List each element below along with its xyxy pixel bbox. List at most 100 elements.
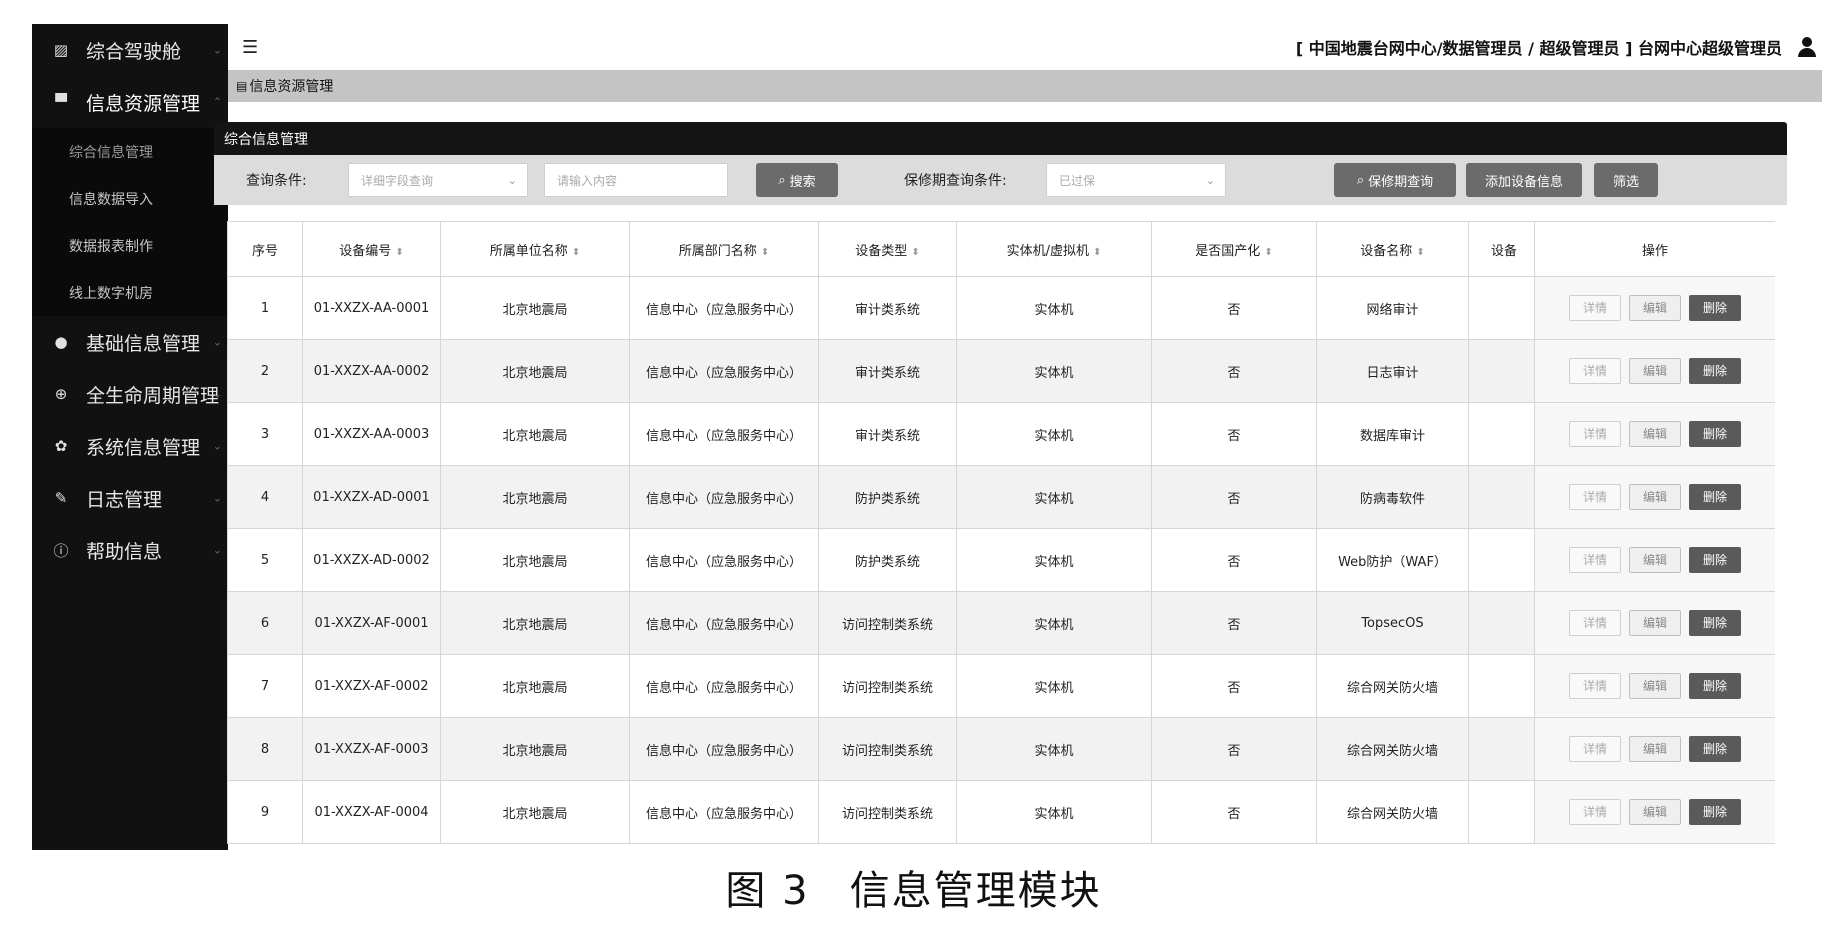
table-cell: 4 <box>227 465 303 529</box>
sidebar-item-dashboard[interactable]: ▨ 综合驾驶舱 ⌄ <box>32 24 228 76</box>
table-cell: 防护类系统 <box>818 528 957 592</box>
sidebar-item-lifecycle[interactable]: ⊕ 全生命周期管理 ⌄ <box>32 368 228 420</box>
delete-button[interactable]: 删除 <box>1689 295 1741 321</box>
edit-button[interactable]: 编辑 <box>1629 358 1681 384</box>
delete-button[interactable]: 删除 <box>1689 547 1741 573</box>
sort-icon[interactable]: ⬍ <box>395 247 403 258</box>
edit-button[interactable]: 编辑 <box>1629 736 1681 762</box>
column-header-machine-type[interactable]: 实体机/虚拟机 ⬍ <box>956 221 1152 277</box>
breadcrumb-label[interactable]: 信息资源管理 <box>249 76 333 96</box>
table-cell: 信息中心（应急服务中心） <box>629 339 819 403</box>
user-avatar-icon[interactable] <box>1796 36 1818 58</box>
sidebar-item-label: 帮助信息 <box>86 540 163 563</box>
user-info-text: [ 中国地震台网中心/数据管理员 / 超级管理员 ] 台网中心超级管理员 <box>1295 39 1782 58</box>
warranty-select[interactable]: 已过保 ⌄ <box>1046 163 1226 197</box>
column-header-actions: 操作 <box>1534 221 1775 277</box>
table-cell: 8 <box>227 717 303 781</box>
table-cell: 信息中心（应急服务中心） <box>629 654 819 718</box>
sidebar-submenu: 综合信息管理 信息数据导入 数据报表制作 线上数字机房 <box>32 128 228 316</box>
column-header-text: 是否国产化 <box>1195 243 1261 259</box>
column-header-device-id[interactable]: 设备编号 ⬍ <box>302 221 441 277</box>
column-header-device-type[interactable]: 设备类型 ⬍ <box>818 221 957 277</box>
sidebar: ▨ 综合驾驶舱 ⌄ ▀ 信息资源管理 ⌃ 综合信息管理 信息数据导入 数据报表制… <box>32 24 228 850</box>
table-row: 8 01-XXZX-AF-0003 北京地震局 信息中心（应急服务中心） 访问控制类系统… <box>227 717 1775 781</box>
submenu-item-digital-room[interactable]: 线上数字机房 <box>32 269 228 316</box>
delete-button[interactable]: 删除 <box>1689 484 1741 510</box>
sidebar-item-help[interactable]: ⓘ 帮助信息 ⌄ <box>32 524 228 576</box>
edit-button[interactable]: 编辑 <box>1629 610 1681 636</box>
table-row: 3 01-XXZX-AA-0003 北京地震局 信息中心（应急服务中心） 审计类系统 实体… <box>227 402 1775 466</box>
sidebar-item-basic-info[interactable]: ● 基础信息管理 ⌄ <box>32 316 228 368</box>
table-cell: 否 <box>1151 465 1317 529</box>
table-row: 1 01-XXZX-AA-0001 北京地震局 信息中心（应急服务中心） 审计类系统 实体… <box>227 276 1775 340</box>
chevron-down-icon: ⌄ <box>1205 173 1215 187</box>
edit-button[interactable]: 编辑 <box>1629 484 1681 510</box>
search-icon: ⌕ <box>778 172 786 188</box>
search-input[interactable]: 请输入内容 <box>544 163 728 197</box>
table-cell: 5 <box>227 528 303 592</box>
table-cell: 网络审计 <box>1316 276 1469 340</box>
add-device-button[interactable]: 添加设备信息 <box>1466 163 1582 197</box>
edit-button[interactable]: 编辑 <box>1629 421 1681 447</box>
submenu-item-info-management[interactable]: 综合信息管理 <box>32 128 228 175</box>
sidebar-item-log[interactable]: ✎ 日志管理 ⌄ <box>32 472 228 524</box>
pencil-icon: ✎ <box>54 489 68 507</box>
table-cell: 否 <box>1151 276 1317 340</box>
chevron-up-icon: ⌃ <box>212 95 222 109</box>
edit-button[interactable]: 编辑 <box>1629 799 1681 825</box>
sort-icon[interactable]: ⬍ <box>1093 247 1101 258</box>
column-header-device-name[interactable]: 设备名称 ⬍ <box>1316 221 1469 277</box>
table-cell: 否 <box>1151 339 1317 403</box>
edit-button[interactable]: 编辑 <box>1629 295 1681 321</box>
column-header-unit[interactable]: 所属单位名称 ⬍ <box>440 221 630 277</box>
sort-icon[interactable]: ⬍ <box>911 247 919 258</box>
detail-button[interactable]: 详情 <box>1569 610 1621 636</box>
detail-button[interactable]: 详情 <box>1569 547 1621 573</box>
sort-icon[interactable]: ⬍ <box>572 247 580 258</box>
detail-button[interactable]: 详情 <box>1569 673 1621 699</box>
query-label: 查询条件: <box>246 173 307 189</box>
detail-button[interactable]: 详情 <box>1569 484 1621 510</box>
actions-cell: 详情 编辑 删除 <box>1534 402 1775 466</box>
filter-button[interactable]: 筛选 <box>1594 163 1658 197</box>
detail-button[interactable]: 详情 <box>1569 799 1621 825</box>
delete-button[interactable]: 删除 <box>1689 673 1741 699</box>
sort-icon[interactable]: ⬍ <box>1416 247 1424 258</box>
delete-button[interactable]: 删除 <box>1689 799 1741 825</box>
table-cell: 否 <box>1151 717 1317 781</box>
edit-button[interactable]: 编辑 <box>1629 547 1681 573</box>
column-header-domestic[interactable]: 是否国产化 ⬍ <box>1151 221 1317 277</box>
delete-button[interactable]: 删除 <box>1689 736 1741 762</box>
delete-button[interactable]: 删除 <box>1689 421 1741 447</box>
table-cell: 实体机 <box>956 465 1152 529</box>
detail-button[interactable]: 详情 <box>1569 421 1621 447</box>
sidebar-item-system-info[interactable]: ✿ 系统信息管理 ⌄ <box>32 420 228 472</box>
table-cell: 实体机 <box>956 339 1152 403</box>
delete-button[interactable]: 删除 <box>1689 610 1741 636</box>
actions-cell: 详情 编辑 删除 <box>1534 465 1775 529</box>
gear-icon: ✿ <box>54 437 68 455</box>
sort-icon[interactable]: ⬍ <box>761 247 769 258</box>
app-screen: ▨ 综合驾驶舱 ⌄ ▀ 信息资源管理 ⌃ 综合信息管理 信息数据导入 数据报表制… <box>32 24 1822 850</box>
column-header-text: 设备 <box>1491 243 1518 259</box>
delete-button[interactable]: 删除 <box>1689 358 1741 384</box>
search-button[interactable]: ⌕ 搜索 <box>756 163 838 197</box>
detail-button[interactable]: 详情 <box>1569 736 1621 762</box>
table-cell: 信息中心（应急服务中心） <box>629 465 819 529</box>
field-select[interactable]: 详细字段查询 ⌄ <box>348 163 528 197</box>
submenu-item-report[interactable]: 数据报表制作 <box>32 222 228 269</box>
menu-toggle-icon[interactable]: ☰ <box>242 37 258 58</box>
submenu-item-data-import[interactable]: 信息数据导入 <box>32 175 228 222</box>
detail-button[interactable]: 详情 <box>1569 295 1621 321</box>
sort-icon[interactable]: ⬍ <box>1264 247 1272 258</box>
warranty-search-button[interactable]: ⌕ 保修期查询 <box>1334 163 1456 197</box>
table-cell: 访问控制类系统 <box>818 717 957 781</box>
actions-cell: 详情 编辑 删除 <box>1534 339 1775 403</box>
detail-button[interactable]: 详情 <box>1569 358 1621 384</box>
column-header-department[interactable]: 所属部门名称 ⬍ <box>629 221 819 277</box>
edit-button[interactable]: 编辑 <box>1629 673 1681 699</box>
table-cell <box>1468 591 1535 655</box>
monitor-icon: ▀ <box>55 93 67 111</box>
table-cell: 北京地震局 <box>440 591 630 655</box>
sidebar-item-info-resource[interactable]: ▀ 信息资源管理 ⌃ <box>32 76 228 128</box>
